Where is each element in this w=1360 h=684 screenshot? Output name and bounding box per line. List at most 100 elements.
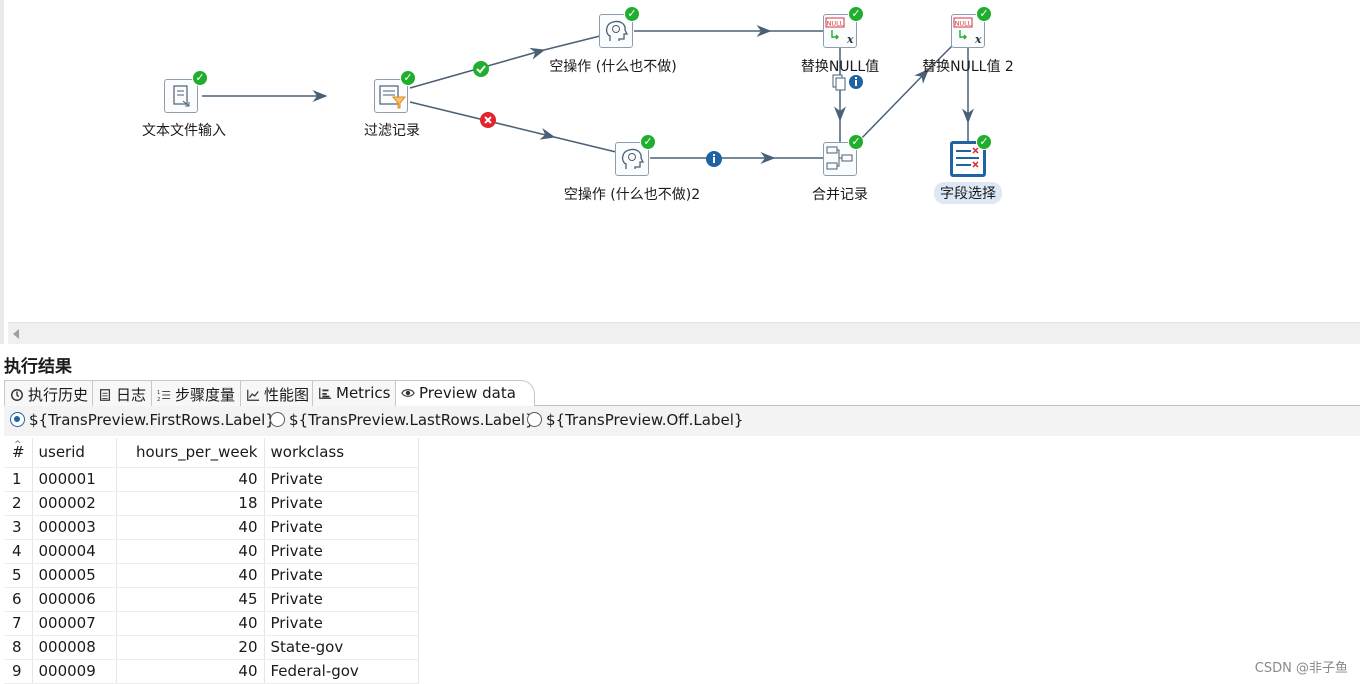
cell-rownum[interactable]: 5 bbox=[4, 563, 33, 588]
tab-label: 步骤度量 bbox=[175, 386, 236, 404]
table-row[interactable]: 4 000004 40 Private bbox=[4, 539, 419, 564]
radio-label: ${TransPreview.LastRows.Label} bbox=[289, 411, 535, 429]
tab-metrics[interactable]: Metrics bbox=[312, 380, 398, 406]
cell-hours-per-week[interactable]: 20 bbox=[116, 635, 265, 660]
hop-filter-to-dummy1-tail bbox=[543, 35, 601, 51]
performance-graph-icon bbox=[247, 389, 260, 401]
svg-text:2: 2 bbox=[157, 397, 160, 402]
cell-hours-per-week[interactable]: 40 bbox=[116, 515, 265, 540]
radio-checked-icon bbox=[10, 412, 25, 427]
cell-userid[interactable]: 000006 bbox=[32, 587, 117, 612]
cell-rownum[interactable]: 2 bbox=[4, 491, 33, 516]
radio-off[interactable]: ${TransPreview.Off.Label} bbox=[527, 411, 743, 429]
cell-userid[interactable]: 000002 bbox=[32, 491, 117, 516]
table-row[interactable]: 8 000008 20 State-gov bbox=[4, 635, 419, 660]
history-icon bbox=[11, 389, 23, 401]
step-label[interactable]: 过滤记录 bbox=[364, 120, 420, 140]
table-row[interactable]: 9 000009 40 Federal-gov bbox=[4, 659, 419, 684]
metrics-icon bbox=[319, 387, 332, 399]
tab-execution-history[interactable]: 执行历史 bbox=[4, 380, 96, 406]
cell-workclass[interactable]: Private bbox=[264, 587, 419, 612]
hops-layer bbox=[202, 25, 974, 167]
column-header-userid[interactable]: userid bbox=[32, 438, 117, 468]
cell-workclass[interactable]: Private bbox=[264, 539, 419, 564]
cell-rownum[interactable]: 8 bbox=[4, 635, 33, 660]
cell-rownum[interactable]: 1 bbox=[4, 467, 33, 492]
cell-workclass[interactable]: Federal-gov bbox=[264, 659, 419, 684]
step-label[interactable]: 空操作 (什么也不做)2 bbox=[564, 184, 700, 204]
cell-workclass[interactable]: Private bbox=[264, 515, 419, 540]
step-label[interactable]: 文本文件输入 bbox=[142, 120, 226, 140]
cell-workclass[interactable]: Private bbox=[264, 563, 419, 588]
cell-workclass[interactable]: Private bbox=[264, 611, 419, 636]
step-label[interactable]: 合并记录 bbox=[812, 184, 868, 204]
tab-preview-data[interactable]: Preview data bbox=[395, 380, 535, 407]
cell-hours-per-week[interactable]: 40 bbox=[116, 611, 265, 636]
table-row[interactable]: 5 000005 40 Private bbox=[4, 563, 419, 588]
null-badge-text: NULL bbox=[827, 20, 844, 28]
tab-step-metrics[interactable]: 1 2 步骤度量 bbox=[151, 380, 243, 406]
tab-performance-graph[interactable]: 性能图 bbox=[240, 380, 317, 406]
radio-last-rows[interactable]: ${TransPreview.LastRows.Label} bbox=[270, 411, 535, 429]
step-label[interactable]: 空操作 (什么也不做) bbox=[549, 56, 676, 76]
cell-userid[interactable]: 000001 bbox=[32, 467, 117, 492]
cell-workclass[interactable]: State-gov bbox=[264, 635, 419, 660]
cell-rownum[interactable]: 3 bbox=[4, 515, 33, 540]
null-badge-text: NULL bbox=[955, 20, 972, 28]
cell-userid[interactable]: 000003 bbox=[32, 515, 117, 540]
hop-true-check-icon bbox=[473, 61, 489, 77]
cell-hours-per-week[interactable]: 40 bbox=[116, 467, 265, 492]
table-row[interactable]: 3 000003 40 Private bbox=[4, 515, 419, 540]
table-row[interactable]: 1 000001 40 Private bbox=[4, 467, 419, 492]
cell-hours-per-week[interactable]: 40 bbox=[116, 659, 265, 684]
hop-filter-to-dummy2-tail bbox=[553, 136, 617, 153]
transformation-canvas[interactable]: ✓ 文本文件输入 ✓ 过滤记录 ✓ 空操作 (什么也不做) ✓ 空操作 (什么也… bbox=[0, 0, 1360, 344]
step-metrics-icon: 12 bbox=[157, 390, 171, 402]
cell-hours-per-week[interactable]: 40 bbox=[116, 539, 265, 564]
watermark: CSDN @非子鱼 bbox=[1254, 661, 1348, 676]
column-header-rownum[interactable]: ^ # bbox=[4, 438, 33, 468]
radio-unchecked-icon bbox=[270, 412, 285, 427]
preview-mode-radios: ${TransPreview.FirstRows.Label} ${TransP… bbox=[4, 406, 1360, 436]
horizontal-scrollbar[interactable] bbox=[8, 322, 1360, 344]
hop-merge-to-ifnull2[interactable] bbox=[856, 68, 930, 144]
scroll-left-icon[interactable] bbox=[13, 329, 19, 339]
status-ok-icon: ✓ bbox=[848, 6, 864, 22]
table-row[interactable]: 2 000002 18 Private bbox=[4, 491, 419, 516]
table-row[interactable]: 6 000006 45 Private bbox=[4, 587, 419, 612]
cell-hours-per-week[interactable]: 18 bbox=[116, 491, 265, 516]
cell-rownum[interactable]: 6 bbox=[4, 587, 33, 612]
cell-workclass[interactable]: Private bbox=[264, 491, 419, 516]
cell-workclass[interactable]: Private bbox=[264, 467, 419, 492]
table-row[interactable]: 7 000007 40 Private bbox=[4, 611, 419, 636]
results-panel-title: 执行结果 bbox=[4, 357, 72, 377]
copy-rows-icon bbox=[832, 74, 846, 91]
cell-rownum[interactable]: 4 bbox=[4, 539, 33, 564]
hop-info-icon bbox=[706, 151, 722, 167]
hop-info-icon-2 bbox=[849, 75, 863, 89]
step-label[interactable]: 替换NULL值 2 bbox=[922, 56, 1014, 76]
cell-userid[interactable]: 000005 bbox=[32, 563, 117, 588]
status-ok-icon: ✓ bbox=[640, 134, 656, 150]
column-header-hours-per-week[interactable]: hours_per_week bbox=[116, 438, 265, 468]
column-header-workclass[interactable]: workclass bbox=[264, 438, 419, 468]
tab-log[interactable]: 日志 bbox=[92, 380, 154, 406]
cell-userid[interactable]: 000007 bbox=[32, 611, 117, 636]
preview-data-table[interactable]: ^ # userid hours_per_week workclass 1 0000… bbox=[4, 438, 1360, 684]
cell-hours-per-week[interactable]: 45 bbox=[116, 587, 265, 612]
step-label[interactable]: 字段选择 bbox=[934, 182, 1002, 204]
step-label[interactable]: 替换NULL值 bbox=[801, 56, 879, 76]
radio-first-rows[interactable]: ${TransPreview.FirstRows.Label} bbox=[10, 411, 275, 429]
svg-text:x: x bbox=[974, 33, 982, 46]
cell-userid[interactable]: 000008 bbox=[32, 635, 117, 660]
cell-hours-per-week[interactable]: 40 bbox=[116, 563, 265, 588]
status-ok-icon: ✓ bbox=[192, 70, 208, 86]
results-tabbar: 执行历史 日志 1 2 步骤度量 性能图 Metrics Preview data bbox=[4, 380, 1360, 407]
cell-rownum[interactable]: 9 bbox=[4, 659, 33, 684]
text-file-input-icon[interactable] bbox=[164, 79, 198, 113]
status-ok-icon: ✓ bbox=[848, 134, 864, 150]
cell-userid[interactable]: 000009 bbox=[32, 659, 117, 684]
cell-userid[interactable]: 000004 bbox=[32, 539, 117, 564]
status-ok-icon: ✓ bbox=[976, 6, 992, 22]
cell-rownum[interactable]: 7 bbox=[4, 611, 33, 636]
